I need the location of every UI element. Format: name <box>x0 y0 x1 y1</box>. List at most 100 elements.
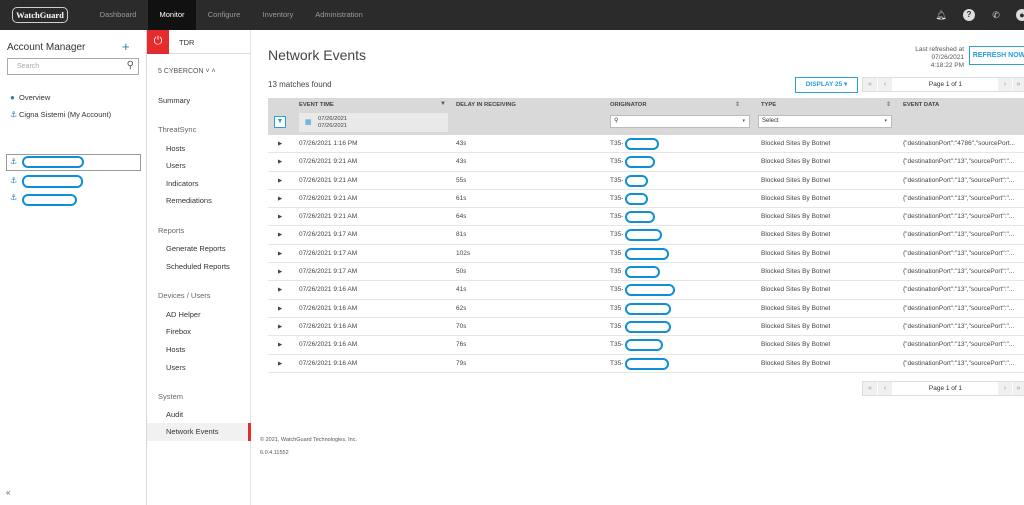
table-row[interactable]: ▶ 07/26/2021 1:16 PM 43s T35- Blocked Sites … <box>268 135 1024 154</box>
event-time-cell: 07/26/2021 9:21 AM <box>299 213 358 221</box>
menu-generate-reports[interactable]: Generate Reports <box>166 244 226 253</box>
col-delay[interactable]: DELAY IN RECEIVING <box>456 102 516 108</box>
search-icon[interactable]: ⚲ <box>127 60 134 71</box>
expand-row-icon[interactable]: ▶ <box>278 135 282 153</box>
expand-row-icon[interactable]: ▶ <box>278 190 282 208</box>
menu-threatsync-hosts[interactable]: Hosts <box>166 144 185 153</box>
refresh-now-button[interactable]: REFRESH NOW <box>969 46 1024 65</box>
nav-inventory[interactable]: Inventory <box>252 0 304 30</box>
table-row[interactable]: ▶ 07/26/2021 9:21 AM 55s T35- Blocked Sites … <box>268 172 1024 190</box>
redacted-originator <box>625 302 671 315</box>
first-page-button[interactable]: « <box>863 78 877 91</box>
expand-row-icon[interactable]: ▶ <box>278 336 282 354</box>
date-to: 07/26/2021 <box>318 123 348 129</box>
table-row[interactable]: ▶ 07/26/2021 9:16 AM 79s T35- Blocked Sites … <box>268 355 1024 373</box>
account-search-input[interactable]: Search ⚲ <box>7 58 139 75</box>
search-icon: ⚲ <box>614 118 619 124</box>
expand-row-icon[interactable]: ▶ <box>278 245 282 263</box>
delay-cell: 43s <box>456 158 467 166</box>
menu-firebox[interactable]: Firebox <box>166 327 191 336</box>
first-page-button[interactable]: « <box>863 382 877 395</box>
next-page-button[interactable]: › <box>998 78 1012 91</box>
add-account-button[interactable]: + <box>122 39 130 54</box>
menu-scheduled-reports[interactable]: Scheduled Reports <box>166 262 230 271</box>
last-page-button[interactable]: » <box>1013 78 1024 91</box>
phone-icon[interactable]: ✆ <box>990 9 1002 21</box>
last-page-button[interactable]: » <box>1013 382 1024 395</box>
col-event-data[interactable]: EVENT DATA <box>903 102 939 108</box>
event-data-cell: {"destinationPort":"13","sourcePort":"..… <box>903 249 1015 257</box>
my-account-label: Cigna Sistemi (My Account) <box>19 110 112 119</box>
col-originator[interactable]: ORIGINATOR <box>610 102 647 108</box>
redacted-originator <box>625 320 671 333</box>
table-row[interactable]: ▶ 07/26/2021 9:17 AM 81s T35- Blocked Sites … <box>268 226 1024 245</box>
menu-devices-users[interactable]: Users <box>166 363 186 372</box>
col-event-time[interactable]: EVENT TIME <box>299 102 334 108</box>
watchguard-logo[interactable]: WatchGuard <box>12 7 68 23</box>
prev-page-button[interactable]: ‹ <box>878 78 892 91</box>
prev-page-button[interactable]: ‹ <box>878 382 892 395</box>
table-row[interactable]: ▶ 07/26/2021 9:16 AM 76s T35- Blocked Sites … <box>268 336 1024 355</box>
nav-monitor[interactable]: Monitor <box>148 0 196 30</box>
delay-cell: 102s <box>456 249 471 257</box>
expand-row-icon[interactable]: ▶ <box>278 300 282 318</box>
type-cell: Blocked Sites By Botnet <box>761 359 831 367</box>
user-icon[interactable]: ● <box>1016 9 1024 21</box>
filter-icon[interactable]: ▼ <box>274 116 286 128</box>
redacted-originator <box>625 156 655 169</box>
table-row[interactable]: ▶ 07/26/2021 9:21 AM 61s T35- Blocked Sites … <box>268 190 1024 209</box>
account-item-my-account[interactable]: ⚓︎ Cigna Sistemi (My Account) <box>10 110 111 119</box>
match-count: 13 matches found <box>268 80 332 89</box>
expand-row-icon[interactable]: ▶ <box>278 153 282 171</box>
originator-cell: T35 <box>610 268 622 276</box>
table-row[interactable]: ▶ 07/26/2021 9:17 AM 50s T35 Blocked Sites B… <box>268 263 1024 282</box>
originator-filter-input[interactable]: ⚲ ▾ <box>610 115 750 128</box>
expand-row-icon[interactable]: ▶ <box>278 281 282 299</box>
menu-summary[interactable]: Summary <box>158 96 190 105</box>
subaccount-icon-1: ⚓︎ <box>10 157 18 166</box>
expand-row-icon[interactable]: ▶ <box>278 208 282 226</box>
expand-row-icon[interactable]: ▶ <box>278 263 282 281</box>
nav-configure[interactable]: Configure <box>196 0 252 30</box>
menu-ad-helper[interactable]: AD Helper <box>166 310 201 319</box>
nav-dashboard[interactable]: Dashboard <box>88 0 148 30</box>
table-row[interactable]: ▶ 07/26/2021 9:21 AM 43s T35- Blocked Sites … <box>268 153 1024 172</box>
table-row[interactable]: ▶ 07/26/2021 9:16 AM 41s T35- Blocked Sites … <box>268 281 1024 300</box>
date-range-filter[interactable]: ▦ 07/26/2021 07/26/2021 <box>299 113 448 132</box>
sort-desc-icon[interactable]: ▼ <box>440 101 446 107</box>
menu-network-events[interactable]: Network Events <box>147 423 251 441</box>
expand-row-icon[interactable]: ▶ <box>278 318 282 336</box>
menu-indicators[interactable]: Indicators <box>166 179 199 188</box>
event-data-cell: {"destinationPort":"4786","sourcePort... <box>903 140 1015 147</box>
table-row[interactable]: ▶ 07/26/2021 9:17 AM 102s T35 Blocked Sites … <box>268 245 1024 264</box>
expand-row-icon[interactable]: ▶ <box>278 355 282 373</box>
bell-icon[interactable]: 🔔︎ <box>935 9 947 21</box>
event-data-cell: {"destinationPort":"13","sourcePort":"..… <box>903 158 1015 166</box>
table-row[interactable]: ▶ 07/26/2021 9:21 AM 64s T35- Blocked Sites … <box>268 208 1024 227</box>
collapse-panel-button[interactable]: « <box>6 488 10 497</box>
person-icon: ● <box>10 93 15 102</box>
menu-heading-reports: Reports <box>158 226 185 235</box>
sort-icon[interactable]: ⇕ <box>735 101 740 108</box>
menu-threatsync-users[interactable]: Users <box>166 161 186 170</box>
search-placeholder: Search <box>17 63 40 70</box>
type-filter-select[interactable]: Select ▾ <box>758 115 892 128</box>
expand-row-icon[interactable]: ▶ <box>278 226 282 244</box>
display-count-dropdown[interactable]: DISPLAY 25 ▾ <box>795 77 858 93</box>
account-item-overview[interactable]: ● Overview <box>10 93 50 102</box>
originator-cell: T35- <box>610 341 624 349</box>
sort-icon[interactable]: ⇕ <box>886 101 891 108</box>
table-row[interactable]: ▶ 07/26/2021 9:16 AM 62s T35 Blocked Sites B… <box>268 300 1024 318</box>
nav-administration[interactable]: Administration <box>304 0 374 30</box>
col-type[interactable]: TYPE <box>761 102 776 108</box>
menu-remediations[interactable]: Remediations <box>166 196 212 205</box>
expand-row-icon[interactable]: ▶ <box>278 172 282 190</box>
next-page-button[interactable]: › <box>998 382 1012 395</box>
delay-cell: 76s <box>456 341 467 349</box>
menu-audit[interactable]: Audit <box>166 410 183 419</box>
table-row[interactable]: ▶ 07/26/2021 9:16 AM 70s T35 Blocked Sites B… <box>268 318 1024 337</box>
tdr-header[interactable]: ⏻ TDR <box>147 30 251 54</box>
help-icon[interactable]: ? <box>963 9 975 21</box>
menu-devices-hosts[interactable]: Hosts <box>166 345 185 354</box>
account-selector[interactable]: 5 CYBERCON ˅ ˄ <box>158 68 216 75</box>
